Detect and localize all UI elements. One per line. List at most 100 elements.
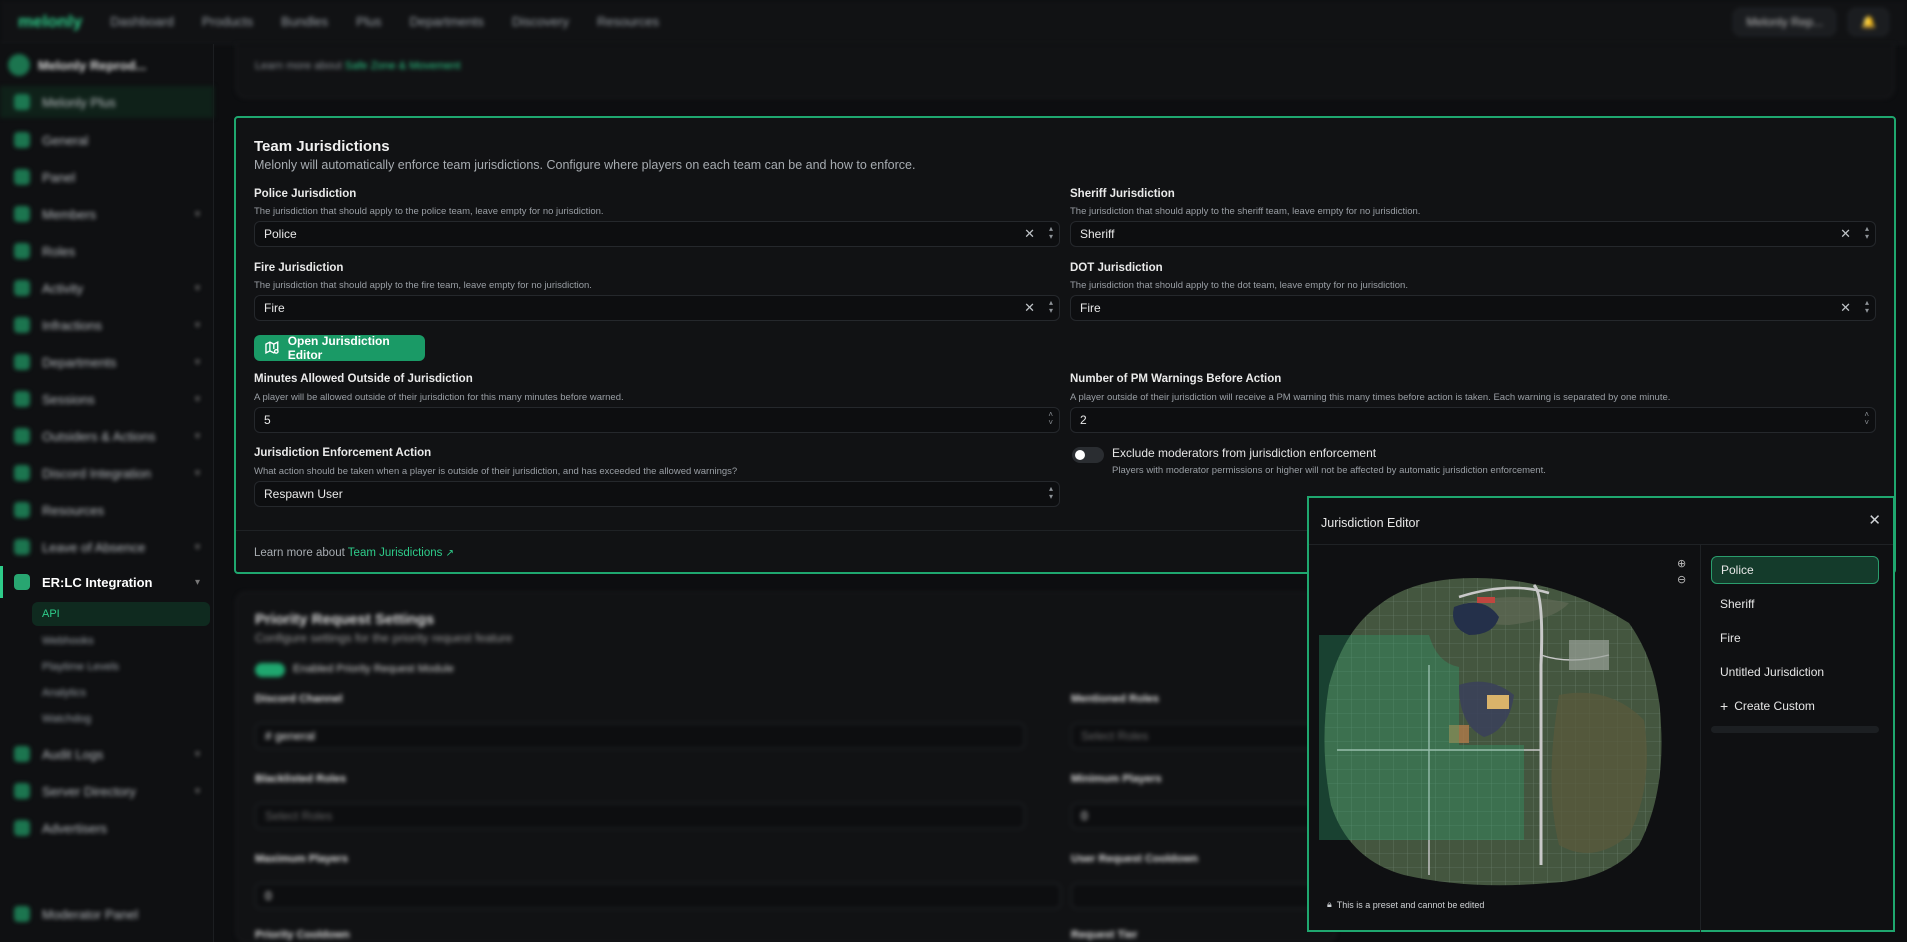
- team-jurisdictions-link[interactable]: Team Jurisdictions: [348, 547, 443, 559]
- nav-link-discovery[interactable]: Discovery: [512, 14, 569, 29]
- sidebar-item-leave-of-absence[interactable]: Leave of Absence ▾: [0, 531, 214, 563]
- nav-link-departments[interactable]: Departments: [409, 14, 483, 29]
- exclude-moderators-help: Players with moderator permissions or hi…: [1112, 465, 1546, 476]
- chevron-down-icon: ▾: [194, 356, 200, 368]
- preset-note: 🔒︎ This is a preset and cannot be edited: [1327, 899, 1484, 910]
- action-label: Jurisdiction Enforcement Action: [254, 447, 432, 459]
- police-jurisdiction-select[interactable]: Police ✕ ▴ ▾: [254, 221, 1060, 247]
- sidebar-item-general[interactable]: General: [0, 124, 214, 156]
- clear-icon[interactable]: ✕: [1840, 226, 1851, 242]
- minutes-input[interactable]: 5 ˄ ˅: [254, 407, 1060, 433]
- number-stepper-icon[interactable]: ˄ ˅: [1048, 411, 1053, 427]
- priority-enabled-toggle[interactable]: [255, 663, 285, 677]
- sidebar-subitem-playtime[interactable]: Playtime Levels: [32, 655, 210, 679]
- zoom-out-icon[interactable]: ⊖: [1677, 573, 1686, 586]
- sidebar-item-melonly-plus[interactable]: Melonly Plus: [0, 86, 214, 118]
- open-editor-label: Open Jurisdiction Editor: [287, 334, 390, 362]
- action-select[interactable]: Respawn User ▴ ▾: [254, 481, 1060, 507]
- sheriff-jurisdiction-select[interactable]: Sheriff ✕ ▴ ▾: [1070, 221, 1876, 247]
- nav-link-resources[interactable]: Resources: [597, 14, 659, 29]
- sidebar-item-activity[interactable]: Activity ▾: [0, 272, 214, 304]
- chevron-down-icon: ▾: [194, 748, 200, 760]
- mentioned-roles-select[interactable]: Select Roles: [1071, 723, 1331, 749]
- sidebar-item-erlc-integration[interactable]: ER:LC Integration ▾: [0, 566, 214, 598]
- exclude-moderators-toggle[interactable]: [1072, 447, 1104, 463]
- integration-icon: [14, 574, 30, 590]
- list-scrollbar[interactable]: [1711, 726, 1879, 733]
- sidebar-subitem-webhooks[interactable]: Webhooks: [32, 629, 210, 653]
- minimum-players-input[interactable]: 0: [1071, 803, 1331, 829]
- sidebar-item-departments[interactable]: Departments ▾: [0, 346, 214, 378]
- jurisdiction-item-sheriff[interactable]: Sheriff: [1711, 590, 1879, 618]
- chevron-down-icon: ▾: [194, 576, 200, 588]
- sidebar-item-sessions[interactable]: Sessions ▾: [0, 383, 214, 415]
- clear-icon[interactable]: ✕: [1024, 300, 1035, 316]
- sidebar-item-roles[interactable]: Roles: [0, 235, 214, 267]
- police-jurisdiction-help: The jurisdiction that should apply to th…: [254, 206, 604, 217]
- globe-icon: [14, 783, 30, 799]
- nav-link-plus[interactable]: Plus: [356, 14, 381, 29]
- jurisdiction-item-police[interactable]: Police: [1711, 556, 1879, 584]
- safe-zone-link[interactable]: Safe Zone & Movement: [345, 60, 461, 72]
- action-value: Respawn User: [264, 487, 343, 501]
- nav-link-dashboard[interactable]: Dashboard: [110, 14, 174, 29]
- police-jurisdiction-label: Police Jurisdiction: [254, 188, 357, 200]
- chevron-updown-icon: ▴ ▾: [1048, 298, 1053, 315]
- fire-jurisdiction-value: Fire: [264, 301, 285, 315]
- sidebar-item-label: Resources: [42, 502, 105, 518]
- jurisdiction-item-untitled[interactable]: Untitled Jurisdiction: [1711, 658, 1879, 686]
- sidebar-subitem-analytics[interactable]: Analytics: [32, 681, 210, 705]
- sidebar-item-advertisers[interactable]: Advertisers: [0, 812, 214, 844]
- sidebar-item-label: Sessions: [42, 391, 95, 407]
- sidebar-item-panel[interactable]: Panel: [0, 161, 214, 193]
- sidebar-item-resources[interactable]: Resources: [0, 494, 214, 526]
- sidebar-subitem-watchdog[interactable]: Watchdog: [32, 707, 210, 731]
- number-stepper-icon[interactable]: ˄ ˅: [1864, 411, 1869, 427]
- create-custom-label: Create Custom: [1734, 699, 1815, 713]
- nav-link-products[interactable]: Products: [202, 14, 253, 29]
- map-canvas[interactable]: ⊕ ⊖ 🔒︎ This is a preset and cannot be ed…: [1309, 545, 1699, 932]
- sidebar-item-audit-logs[interactable]: Audit Logs ▾: [0, 738, 214, 770]
- sidebar-item-outsiders[interactable]: Outsiders & Actions ▾: [0, 420, 214, 452]
- police-jurisdiction-value: Police: [264, 227, 297, 241]
- maximum-players-input[interactable]: 0: [255, 883, 1061, 909]
- server-switcher[interactable]: Melonly Reprod...: [8, 50, 206, 80]
- notifications-icon[interactable]: 🔔: [1848, 7, 1889, 36]
- blacklisted-roles-label: Blacklisted Roles: [255, 773, 347, 785]
- jurisdiction-item-fire[interactable]: Fire: [1711, 624, 1879, 652]
- open-jurisdiction-editor-button[interactable]: Open Jurisdiction Editor: [254, 334, 425, 362]
- user-cooldown-input[interactable]: [1071, 883, 1331, 909]
- fire-jurisdiction-select[interactable]: Fire ✕ ▴ ▾: [254, 295, 1060, 321]
- dot-jurisdiction-label: DOT Jurisdiction: [1070, 262, 1163, 274]
- sidebar-item-label: Moderator Panel: [42, 906, 139, 922]
- discord-channel-select[interactable]: # general: [255, 723, 1025, 749]
- chevron-down-icon: ▾: [194, 430, 200, 442]
- preset-note-text: This is a preset and cannot be edited: [1336, 899, 1485, 910]
- dot-jurisdiction-select[interactable]: Fire ✕ ▴ ▾: [1070, 295, 1876, 321]
- sidebar-item-discord-integration[interactable]: Discord Integration ▾: [0, 457, 214, 489]
- create-custom-button[interactable]: + Create Custom: [1711, 692, 1879, 720]
- blacklisted-roles-select[interactable]: Select Roles: [255, 803, 1025, 829]
- sidebar-item-label: Members: [42, 206, 97, 222]
- section-description: Melonly will automatically enforce team …: [254, 158, 916, 172]
- sidebar-item-label: Departments: [42, 354, 117, 370]
- sheriff-jurisdiction-help: The jurisdiction that should apply to th…: [1070, 206, 1421, 217]
- clear-icon[interactable]: ✕: [1024, 226, 1035, 242]
- zoom-in-icon[interactable]: ⊕: [1677, 557, 1686, 570]
- jurisdiction-editor-modal: Jurisdiction Editor ✕ ⊕ ⊖ 🔒︎ This is a p…: [1307, 496, 1895, 932]
- sidebar-item-infractions[interactable]: Infractions ▾: [0, 309, 214, 341]
- sidebar-item-members[interactable]: Members ▾: [0, 198, 214, 230]
- user-menu[interactable]: Melonly Rep...: [1733, 7, 1837, 36]
- user-cooldown-label: User Request Cooldown: [1071, 853, 1199, 865]
- clear-icon[interactable]: ✕: [1840, 300, 1851, 316]
- melonly-logo[interactable]: melonly: [18, 12, 82, 32]
- nav-link-bundles[interactable]: Bundles: [281, 14, 328, 29]
- sidebar-subitem-api[interactable]: API: [32, 602, 210, 626]
- discord-icon: [14, 465, 30, 481]
- sidebar-item-server-directory[interactable]: Server Directory ▾: [0, 775, 214, 807]
- priority-toggle-label: Enabled Priority Request Module: [293, 663, 454, 675]
- close-icon[interactable]: ✕: [1868, 511, 1881, 529]
- sidebar-item-label: Activity: [42, 280, 84, 296]
- warnings-input[interactable]: 2 ˄ ˅: [1070, 407, 1876, 433]
- sidebar-item-moderator-panel[interactable]: Moderator Panel: [0, 898, 214, 930]
